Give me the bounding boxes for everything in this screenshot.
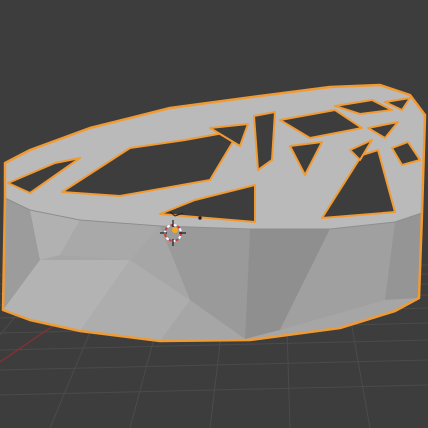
origin-dot [172, 227, 178, 233]
viewport-canvas[interactable] [0, 0, 428, 428]
3d-viewport[interactable] [0, 0, 428, 428]
